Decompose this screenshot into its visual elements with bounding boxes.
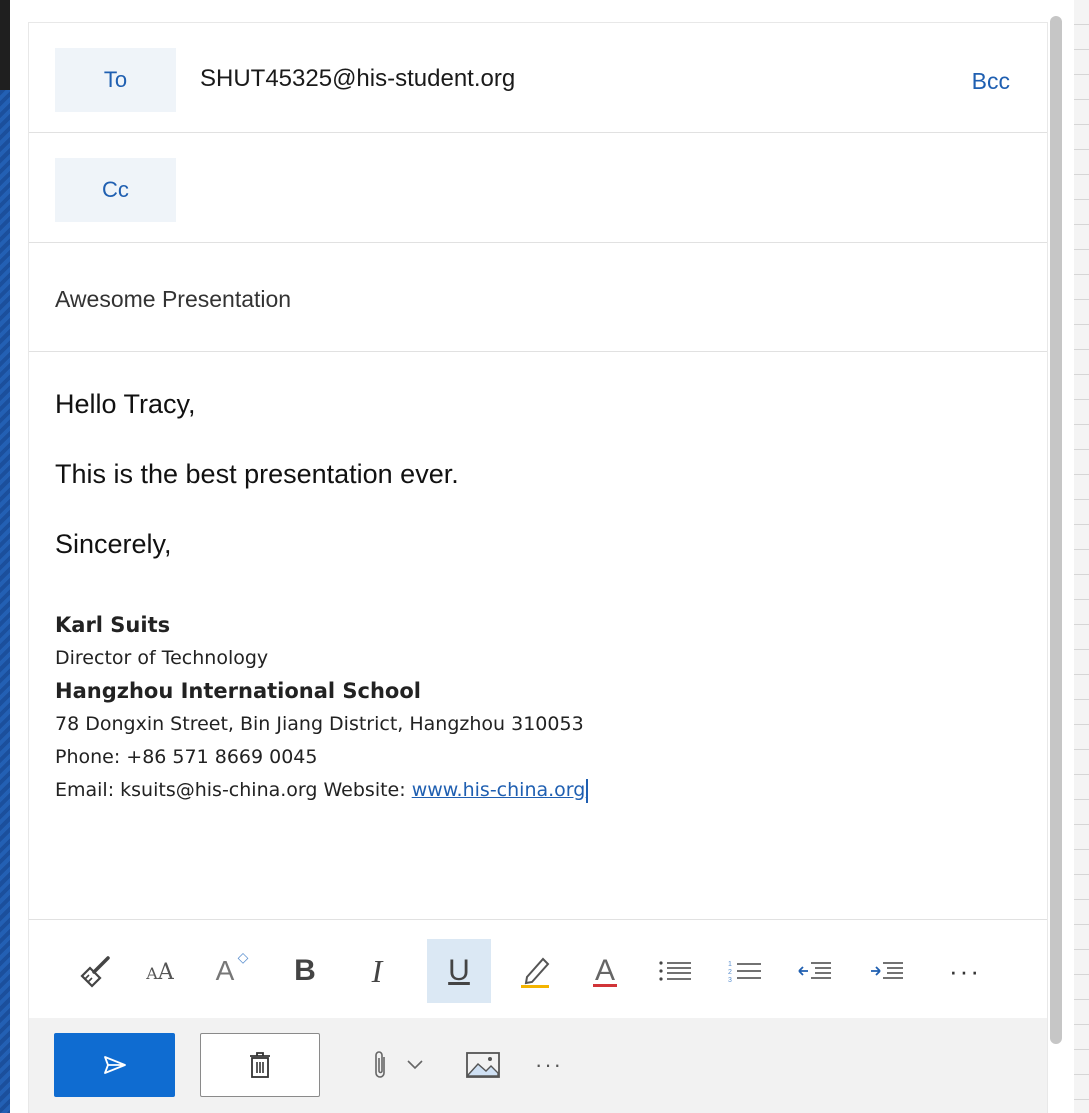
underline-icon: U (448, 954, 470, 987)
to-button[interactable]: To (55, 48, 176, 112)
bullets-button[interactable] (643, 939, 707, 1003)
screen: To SHUT45325@his-student.org Bcc Cc Awes… (0, 0, 1089, 1113)
trash-icon (250, 1052, 270, 1078)
format-painter-button[interactable] (63, 939, 127, 1003)
vertical-scrollbar[interactable] (1050, 16, 1062, 1044)
cc-button[interactable]: Cc (55, 158, 176, 222)
formatting-toolbar: AA A ◇ B I U A 1 2 3 ··· (29, 939, 1047, 1003)
numbering-icon: 123 (728, 961, 761, 983)
more-actions-button[interactable]: ··· (529, 1033, 569, 1097)
font-color-icon: A (593, 954, 617, 987)
picture-icon (466, 1052, 500, 1078)
grow-font-icon: A ◇ (215, 949, 249, 986)
cc-row: Cc (29, 133, 1047, 243)
send-icon (103, 1056, 126, 1074)
to-recipient[interactable]: SHUT45325@his-student.org (200, 65, 515, 93)
signature-name: Karl Suits (55, 613, 171, 637)
font-color-button[interactable]: A (573, 939, 637, 1003)
compose-window: To SHUT45325@his-student.org Bcc Cc Awes… (10, 0, 1074, 1113)
signature-phone: Phone: +86 571 8669 0045 (55, 746, 318, 768)
svg-text:A: A (595, 954, 615, 987)
bullets-icon (659, 961, 691, 981)
italic-icon: I (371, 952, 383, 989)
grow-font-button[interactable]: A ◇ (193, 939, 257, 1003)
more-formatting-button[interactable]: ··· (933, 939, 997, 1003)
bcc-button[interactable]: Bcc (972, 68, 1010, 95)
compose-form: To SHUT45325@his-student.org Bcc Cc Awes… (28, 22, 1048, 1113)
numbering-button[interactable]: 123 (713, 939, 777, 1003)
discard-button[interactable] (200, 1033, 320, 1097)
website-link[interactable]: www.his-china.org (412, 779, 586, 801)
svg-text:2: 2 (728, 969, 732, 976)
font-size-button[interactable]: AA (128, 939, 192, 1003)
background-list (1074, 0, 1089, 1113)
underline-button[interactable]: U (427, 939, 491, 1003)
format-painter-icon (80, 956, 110, 988)
toolbar-divider (29, 919, 1047, 920)
paperclip-icon (375, 1051, 385, 1078)
message-body[interactable]: Hello Tracy, This is the best presentati… (55, 389, 1015, 599)
font-size-icon: AA (146, 960, 174, 985)
insert-picture-button[interactable] (461, 1033, 505, 1097)
attach-dropdown-button[interactable] (398, 1033, 432, 1097)
decrease-indent-icon (798, 962, 831, 979)
signature-block: Karl Suits Director of Technology Hangzh… (55, 609, 589, 807)
signature-contact: Email: ksuits@his-china.org Website: www… (55, 774, 589, 807)
more-actions-icon: ··· (535, 1052, 563, 1077)
subject-field[interactable]: Awesome Presentation (55, 286, 291, 313)
chevron-down-icon (407, 1060, 423, 1070)
action-bar: ··· (29, 1018, 1047, 1113)
bold-button[interactable]: B (273, 939, 337, 1003)
attach-button[interactable] (362, 1033, 398, 1097)
signature-address: 78 Dongxin Street, Bin Jiang District, H… (55, 713, 584, 735)
highlight-button[interactable] (503, 939, 567, 1003)
svg-text:3: 3 (728, 977, 732, 983)
to-row: To SHUT45325@his-student.org Bcc (29, 23, 1047, 133)
signature-title: Director of Technology (55, 647, 269, 669)
subject-row[interactable]: Awesome Presentation (29, 243, 1047, 352)
bold-icon: B (294, 954, 316, 987)
send-button[interactable] (54, 1033, 175, 1097)
decrease-indent-button[interactable] (783, 939, 847, 1003)
svg-text:1: 1 (728, 961, 732, 968)
italic-button[interactable]: I (345, 939, 409, 1003)
highlight-icon (521, 957, 550, 988)
body-text: This is the best presentation ever. (55, 459, 459, 489)
more-icon: ··· (949, 955, 981, 986)
closing-text: Sincerely, (55, 529, 172, 559)
increase-indent-button[interactable] (855, 939, 919, 1003)
text-cursor (586, 778, 589, 803)
greeting-text: Hello Tracy, (55, 389, 196, 419)
increase-indent-icon (871, 962, 903, 979)
signature-email: Email: ksuits@his-china.org Website: (55, 779, 412, 801)
signature-organization: Hangzhou International School (55, 679, 421, 703)
